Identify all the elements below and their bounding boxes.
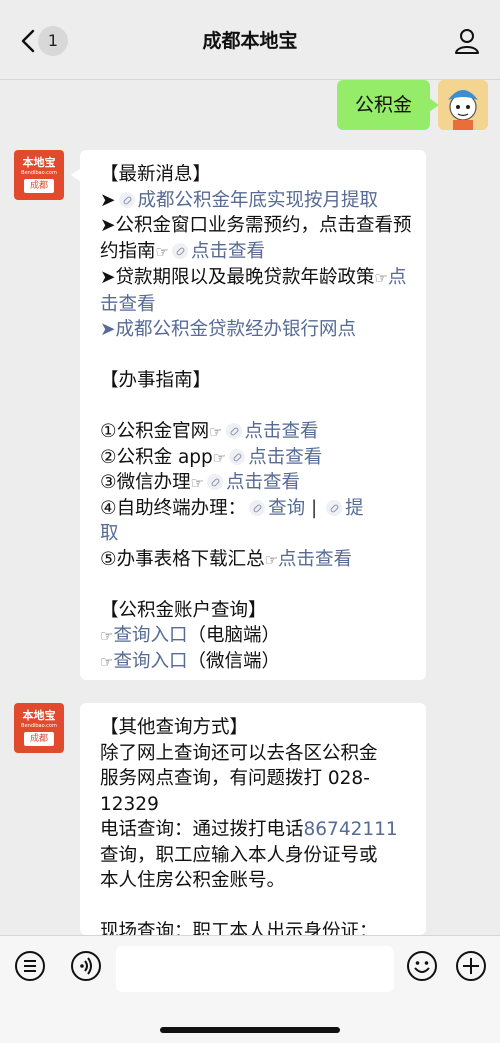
account-link-pc[interactable]: 查询入口 [113, 625, 187, 646]
outgoing-message-text: 公积金 [354, 94, 412, 116]
link-icon [207, 474, 224, 490]
link-icon [229, 448, 246, 465]
msg-line: 电话查询：通过拨打电话86742111 [100, 817, 412, 843]
logo-url: Bendibao.com [21, 723, 57, 729]
section-header: 【其他查询方式】 [100, 717, 249, 738]
incoming-message-bubble[interactable]: 【其他查询方式】 除了网上查询还可以去各区公积金 服务网点查询，有问题拨打 02… [80, 703, 426, 935]
person-icon[interactable] [452, 26, 482, 56]
guide-link-withdraw[interactable]: 提 [345, 498, 364, 519]
nav-bar: 1 成都本地宝 [0, 0, 500, 80]
bot-avatar[interactable]: 本地宝 Bendibao.com 成都 [14, 150, 64, 200]
msg-line: 现场查询：职工本人出示身份证： [100, 921, 378, 935]
bot-avatar[interactable]: 本地宝 Bendibao.com 成都 [14, 703, 64, 753]
guide-item-4: ④自助终端办理： 查询 | 提 [100, 496, 412, 522]
account-link-wechat[interactable]: 查询入口 [113, 651, 187, 672]
section-header: 【公积金账户查询】 [100, 599, 267, 621]
guide-text-1: ①公积金官网 [100, 421, 210, 442]
pointing-hand-icon: ☞ [209, 423, 223, 441]
menu-list-icon[interactable] [13, 949, 47, 983]
pointing-hand-icon: ☞ [264, 550, 279, 569]
link-icon [249, 499, 266, 516]
phone-prefix: 电话查询：通过拨打电话 [100, 819, 304, 840]
guide-text-2: ②公积金 app [100, 446, 213, 468]
link-icon [171, 242, 188, 259]
guide-item-1: ①公积金官网☞ 点击查看 [100, 419, 412, 445]
guide-item-5: ⑤办事表格下载汇总☞点击查看 [100, 547, 412, 573]
guide-text-3: ③微信办理 [100, 472, 191, 493]
msg-line: 服务网点查询，有问题拨打 028- [100, 768, 370, 789]
news-link-1[interactable]: 成都公积金年底实现按月提取 [138, 190, 379, 211]
news-item-2: ➤公积金窗口业务需预约，点击查看预约指南☞ 点击查看 [100, 213, 412, 265]
news-text-3: ➤贷款期限以及最晚贷款年龄政策 [100, 267, 375, 288]
input-toolbar [0, 935, 500, 1043]
pointing-hand-icon: ☞ [374, 269, 388, 287]
logo-url: Bendibao.com [21, 170, 57, 176]
logo-city: 成都 [24, 732, 54, 746]
guide-item-3: ③微信办理☞ 点击查看 [100, 470, 412, 496]
outgoing-message-bubble[interactable]: 公积金 [336, 80, 440, 130]
chat-title: 成都本地宝 [202, 30, 298, 52]
msg-line: 本人住房公积金账号。 [100, 870, 286, 891]
guide-link-withdraw-cont[interactable]: 取 [100, 521, 412, 547]
msg-line: 除了网上查询还可以去各区公积金 [100, 742, 378, 764]
guide-text-5: ⑤办事表格下载汇总 [100, 548, 265, 570]
guide-link-query[interactable]: 查询 [268, 498, 305, 519]
guide-link-5[interactable]: 点击查看 [278, 549, 352, 570]
pointing-hand-icon: ☞ [190, 474, 205, 492]
news-link-2[interactable]: 点击查看 [191, 241, 265, 262]
guide-link-2[interactable]: 点击查看 [248, 447, 322, 468]
link-icon [326, 499, 343, 516]
pointing-hand-icon: ☞ [155, 242, 169, 261]
link-icon [225, 423, 242, 439]
incoming-message-bubble[interactable]: 【最新消息】 ➤ 成都公积金年底实现按月提取 ➤公积金窗口业务需预约，点击查看预约… [71, 150, 426, 680]
message-input[interactable] [116, 946, 394, 992]
news-link-4[interactable]: ➤成都公积金贷款经办银行网点 [100, 317, 412, 343]
logo-city: 成都 [24, 179, 54, 193]
logo-text: 本地宝 [22, 156, 56, 169]
cartoon-avatar-icon [438, 80, 488, 130]
account-item-2: ☞查询入口（微信端） [100, 649, 412, 675]
link-icon [118, 191, 135, 208]
section-header: 【最新消息】 [100, 164, 212, 185]
emoji-icon[interactable] [405, 949, 439, 983]
separator: | [311, 497, 318, 519]
pointing-hand-icon: ☞ [100, 652, 114, 671]
pointing-hand-icon: ☞ [212, 448, 227, 467]
msg-line: 12329 [100, 793, 159, 815]
msg-line: 查询，职工应输入本人身份证号或 [100, 844, 378, 866]
guide-link-1[interactable]: 点击查看 [245, 421, 319, 442]
account-text-pc: （电脑端） [187, 625, 280, 646]
guide-item-2: ②公积金 app☞ 点击查看 [100, 445, 412, 471]
plus-icon[interactable] [454, 949, 488, 983]
account-text-wechat: （微信端） [187, 650, 280, 672]
home-indicator [160, 1027, 340, 1033]
user-avatar[interactable] [438, 80, 488, 130]
logo-text: 本地宝 [22, 709, 56, 722]
news-item-1: ➤ 成都公积金年底实现按月提取 [100, 189, 379, 211]
pointing-hand-icon: ☞ [100, 627, 114, 645]
phone-link[interactable]: 86742111 [304, 819, 398, 840]
guide-text-4: ④自助终端办理： [100, 497, 247, 519]
guide-link-3[interactable]: 点击查看 [226, 472, 300, 493]
voice-icon[interactable] [69, 949, 103, 983]
account-item-1: ☞查询入口（电脑端） [100, 623, 412, 649]
news-item-3: ➤贷款期限以及最晚贷款年龄政策☞点击查看 [100, 265, 412, 317]
section-header: 【办事指南】 [100, 370, 212, 391]
